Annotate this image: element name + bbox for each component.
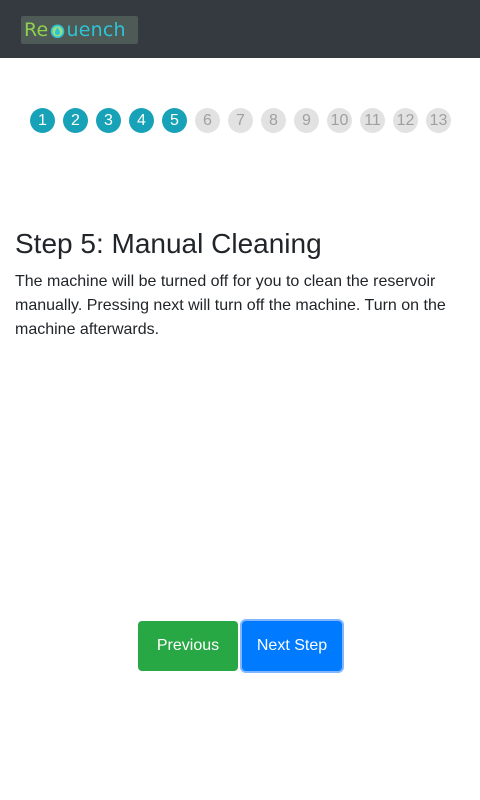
step-indicator-4: 4 [129,108,154,133]
water-drop-icon [51,24,65,38]
step-indicator-3: 3 [96,108,121,133]
step-indicator-9: 9 [294,108,319,133]
step-indicator-7: 7 [228,108,253,133]
step-indicator-5: 5 [162,108,187,133]
next-step-button[interactable]: Next Step [242,621,342,671]
step-indicator-1: 1 [30,108,55,133]
logo-text-re: Re [24,19,49,41]
step-indicator-2: 2 [63,108,88,133]
step-indicator-11: 11 [360,108,385,133]
previous-button[interactable]: Previous [138,621,238,671]
step-indicator-12: 12 [393,108,418,133]
step-indicator-8: 8 [261,108,286,133]
step-indicator-6: 6 [195,108,220,133]
top-navbar: Re uench [0,0,480,58]
requench-logo[interactable]: Re uench [21,16,138,44]
page-title: Step 5: Manual Cleaning [15,228,322,259]
logo-text-uench: uench [66,19,126,41]
step-indicator-13: 13 [426,108,451,133]
step-indicator-10: 10 [327,108,352,133]
step-description: The machine will be turned off for you t… [15,273,446,338]
